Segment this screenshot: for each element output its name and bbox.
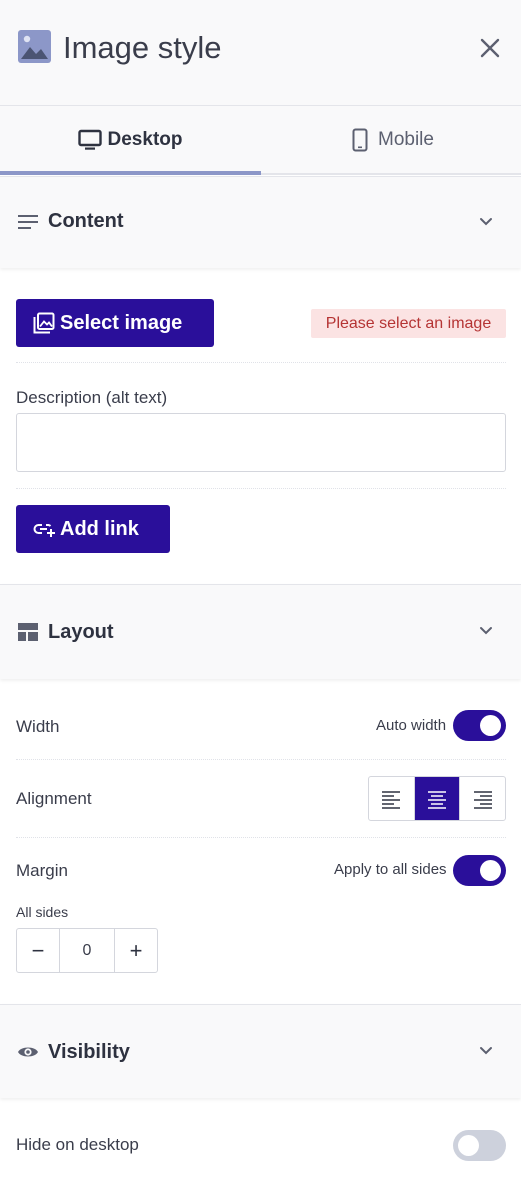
align-left-button[interactable] [369, 777, 414, 820]
description-label: Description (alt text) [16, 388, 168, 407]
add-link-label: Add link [60, 517, 139, 540]
align-right-icon [473, 790, 492, 809]
margin-value[interactable]: 0 [59, 929, 115, 972]
toggle-knob [480, 715, 501, 736]
hide-desktop-toggle[interactable] [453, 1130, 506, 1161]
error-message: Please select an image [311, 309, 506, 338]
divider [16, 837, 506, 838]
align-left-icon [382, 790, 401, 809]
tab-desktop-label: Desktop [107, 128, 183, 150]
apply-all-toggle[interactable] [453, 855, 506, 886]
toggle-knob [480, 860, 501, 881]
section-header-layout[interactable]: Layout [0, 584, 521, 679]
alignment-group [368, 776, 506, 821]
monitor-icon [77, 129, 102, 150]
add-link-button[interactable]: Add link [16, 505, 170, 553]
select-image-label: Select image [60, 311, 183, 334]
lines-icon [18, 215, 38, 229]
chevron-down-icon [480, 627, 492, 635]
device-tabs: Desktop Mobile [0, 106, 521, 175]
description-input[interactable] [16, 413, 506, 472]
alignment-label: Alignment [16, 789, 92, 808]
align-center-icon [428, 790, 446, 809]
section-header-visibility[interactable]: Visibility [0, 1004, 521, 1098]
panel-header: Image style [0, 0, 521, 106]
link-plus-icon [33, 524, 55, 537]
auto-width-label: Auto width [376, 717, 447, 734]
tab-mobile-label: Mobile [378, 128, 434, 150]
decrement-button[interactable]: − [17, 929, 59, 972]
align-center-button[interactable] [413, 777, 460, 820]
chevron-down-icon [480, 218, 492, 226]
increment-button[interactable]: + [115, 929, 157, 972]
divider [16, 362, 506, 363]
tab-mobile[interactable]: Mobile [261, 106, 521, 173]
image-icon [18, 30, 51, 63]
width-label: Width [16, 717, 60, 736]
apply-all-label: Apply to all sides [334, 861, 447, 878]
margin-stepper: − 0 + [16, 928, 158, 973]
layout-icon [18, 623, 38, 641]
close-icon[interactable] [478, 36, 502, 60]
section-title-layout: Layout [48, 621, 114, 643]
phone-icon [352, 128, 368, 151]
divider [16, 759, 506, 760]
all-sides-label: All sides [16, 904, 69, 920]
chevron-down-icon [480, 1047, 492, 1055]
margin-label: Margin [16, 861, 68, 880]
section-title-content: Content [48, 210, 124, 232]
align-right-button[interactable] [459, 777, 505, 820]
active-tab-indicator [0, 171, 261, 175]
divider [16, 488, 506, 489]
panel-title: Image style [63, 30, 222, 65]
section-title-visibility: Visibility [48, 1041, 130, 1063]
hide-desktop-label: Hide on desktop [16, 1135, 139, 1154]
eye-icon [18, 1047, 38, 1057]
auto-width-toggle[interactable] [453, 710, 506, 741]
tab-desktop[interactable]: Desktop [0, 106, 260, 173]
section-header-content[interactable]: Content [0, 176, 521, 268]
gallery-icon [33, 312, 55, 334]
toggle-knob [458, 1135, 479, 1156]
select-image-button[interactable]: Select image [16, 299, 214, 347]
